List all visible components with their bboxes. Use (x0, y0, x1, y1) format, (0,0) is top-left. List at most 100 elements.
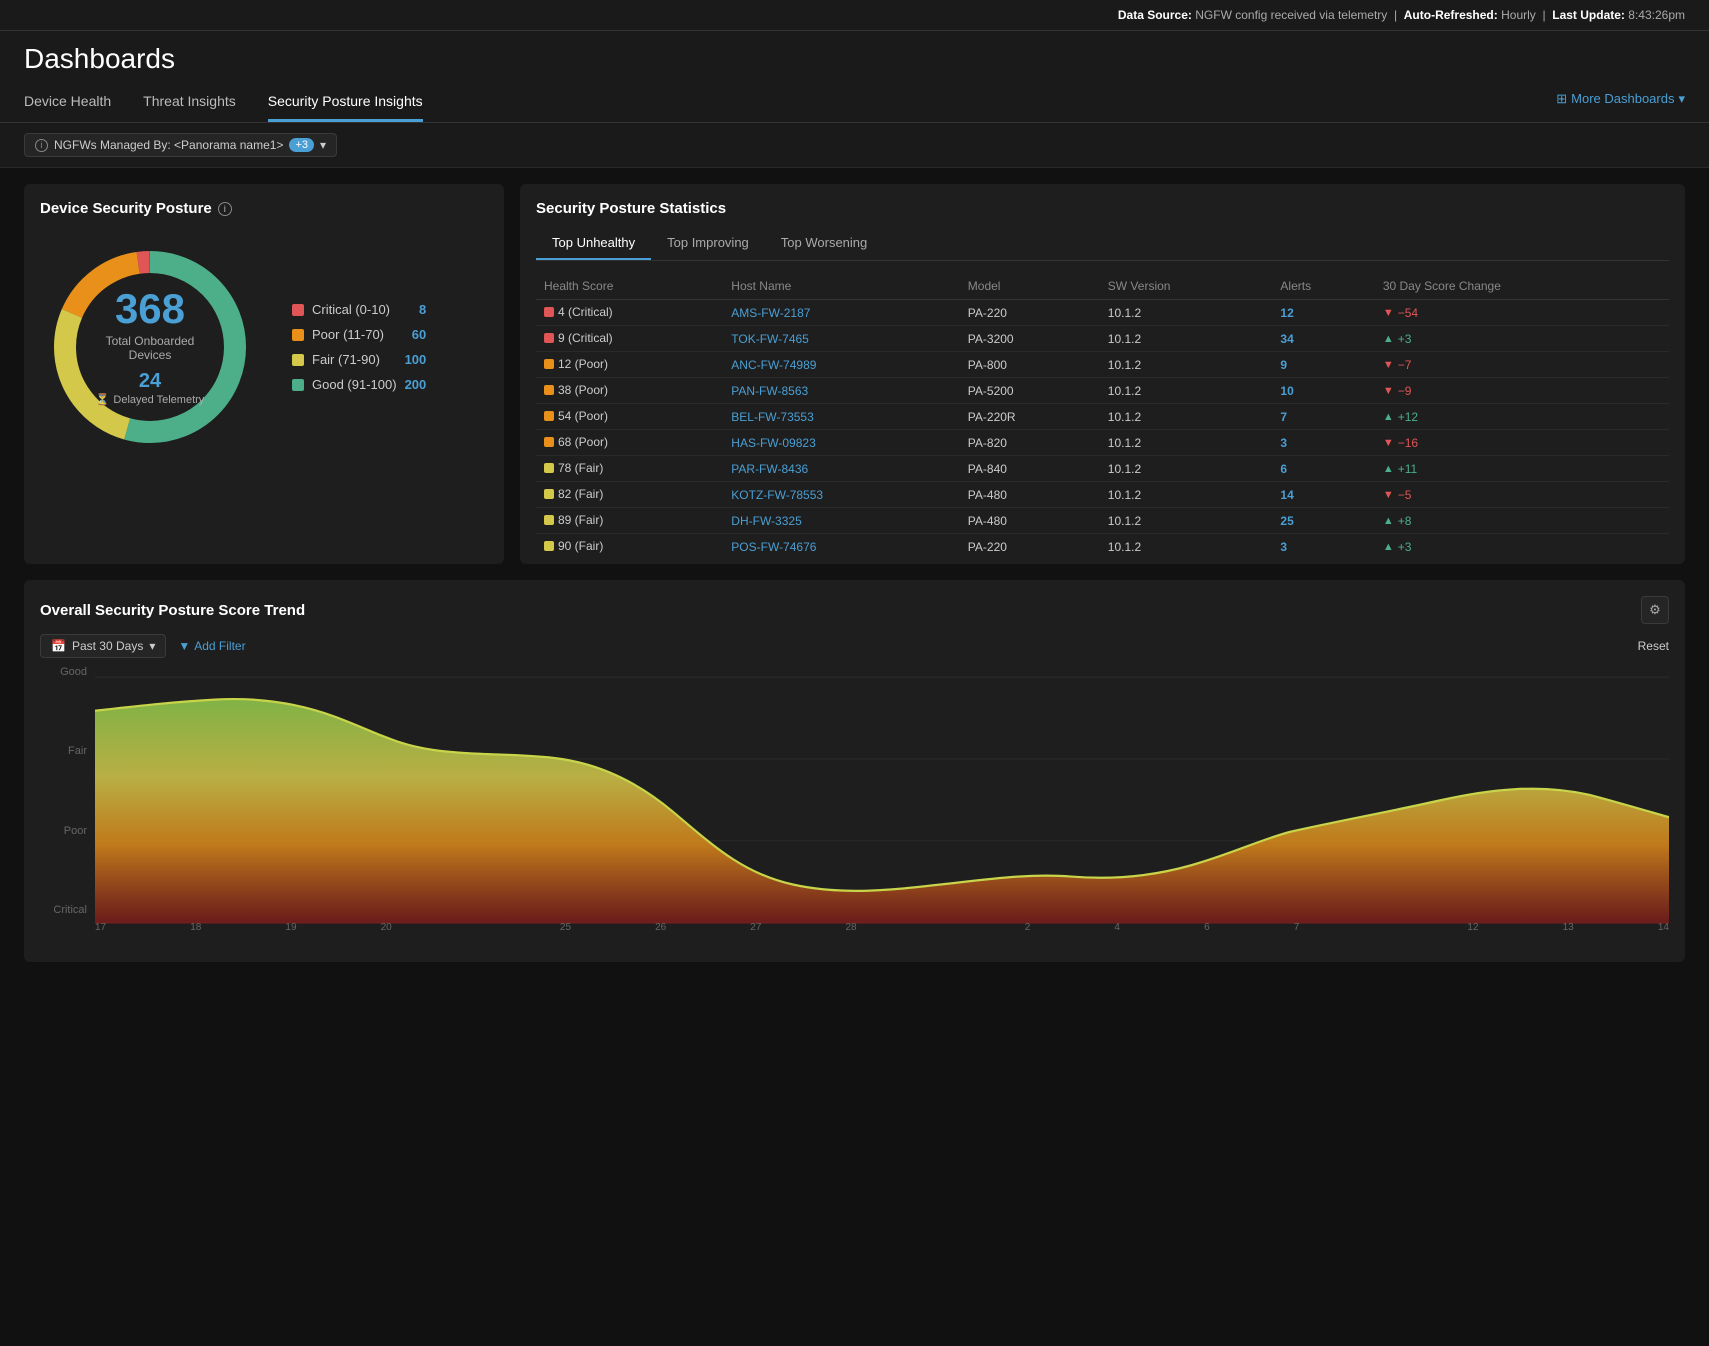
alerts-cell: 12 (1272, 300, 1374, 326)
device-posture-info-icon[interactable]: i (218, 202, 232, 216)
sw-version-cell: 10.1.2 (1100, 404, 1273, 430)
date-range-arrow: ▾ (149, 639, 155, 653)
chart-area: Good Fair Poor Critical (40, 666, 1669, 946)
stats-tabs: Top Unhealthy Top Improving Top Worsenin… (536, 229, 1669, 261)
model-cell: PA-220 (960, 300, 1100, 326)
trend-title: Overall Security Posture Score Trend (40, 602, 305, 619)
y-label-good: Good (40, 666, 95, 678)
hostname-cell[interactable]: BEL-FW-73553 (723, 404, 960, 430)
score-change-cell: ▲+3 (1375, 326, 1669, 352)
table-row: 54 (Poor)BEL-FW-73553PA-220R10.1.27▲+12 (536, 404, 1669, 430)
stats-table-body: 4 (Critical)AMS-FW-2187PA-22010.1.212▼−5… (536, 300, 1669, 560)
date-range-label: Past 30 Days (72, 639, 143, 653)
legend-fair: Fair (71-90) 100 (292, 352, 426, 367)
score-change-cell: ▲+3 (1375, 534, 1669, 560)
score-change-cell: ▼−9 (1375, 378, 1669, 404)
donut-center: 368 Total Onboarded Devices 24 ⏳ Delayed… (95, 288, 205, 406)
score-change-cell: ▼−7 (1375, 352, 1669, 378)
auto-refreshed-label: Auto-Refreshed: (1404, 8, 1498, 22)
table-row: 9 (Critical)TOK-FW-7465PA-320010.1.234▲+… (536, 326, 1669, 352)
model-cell: PA-3200 (960, 326, 1100, 352)
table-row: 12 (Poor)ANC-FW-74989PA-80010.1.29▼−7 (536, 352, 1669, 378)
tab-top-worsening[interactable]: Top Worsening (765, 229, 883, 260)
header: Dashboards Device Health Threat Insights… (0, 31, 1709, 123)
stats-table: Health Score Host Name Model SW Version … (536, 273, 1669, 559)
score-change-cell: ▼−54 (1375, 300, 1669, 326)
y-label-fair: Fair (40, 745, 95, 757)
model-cell: PA-480 (960, 508, 1100, 534)
x-axis-labels: 17 18 19 20 25 26 27 28 2 4 6 7 12 13 14 (95, 922, 1669, 946)
hostname-cell[interactable]: PAN-FW-8563 (723, 378, 960, 404)
calendar-icon: 📅 (51, 639, 66, 653)
hostname-cell[interactable]: POS-FW-74676 (723, 534, 960, 560)
score-change-cell: ▼−16 (1375, 430, 1669, 456)
trend-chart-svg (95, 666, 1669, 946)
gear-button[interactable]: ⚙ (1641, 596, 1669, 624)
table-row: 4 (Critical)AMS-FW-2187PA-22010.1.212▼−5… (536, 300, 1669, 326)
total-devices-count: 368 (95, 288, 205, 330)
tab-threat-insights[interactable]: Threat Insights (143, 85, 236, 122)
panorama-filter[interactable]: i NGFWs Managed By: <Panorama name1> +3 … (24, 133, 337, 157)
alerts-cell: 3 (1272, 430, 1374, 456)
tab-top-unhealthy[interactable]: Top Unhealthy (536, 229, 651, 260)
tab-device-health[interactable]: Device Health (24, 85, 111, 122)
hostname-cell[interactable]: AMS-FW-2187 (723, 300, 960, 326)
health-score-cell: 12 (Poor) (536, 352, 723, 378)
donut-chart: 368 Total Onboarded Devices 24 ⏳ Delayed… (40, 237, 260, 457)
alerts-cell: 14 (1272, 482, 1374, 508)
model-cell: PA-220 (960, 534, 1100, 560)
alerts-cell: 6 (1272, 456, 1374, 482)
device-posture-card: Device Security Posture i (24, 184, 504, 564)
data-source-value: NGFW config received via telemetry (1195, 8, 1387, 22)
page-title: Dashboards (24, 43, 1685, 85)
sw-version-cell: 10.1.2 (1100, 352, 1273, 378)
health-score-cell: 68 (Poor) (536, 430, 723, 456)
health-score-cell: 4 (Critical) (536, 300, 723, 326)
table-row: 89 (Fair)DH-FW-3325PA-48010.1.225▲+8 (536, 508, 1669, 534)
hostname-cell[interactable]: KOTZ-FW-78553 (723, 482, 960, 508)
hostname-cell[interactable]: TOK-FW-7465 (723, 326, 960, 352)
last-update-label: Last Update: (1552, 8, 1625, 22)
alerts-cell: 25 (1272, 508, 1374, 534)
good-dot (292, 379, 304, 391)
total-devices-label: Total Onboarded Devices (95, 334, 205, 362)
filter-bar: i NGFWs Managed By: <Panorama name1> +3 … (0, 123, 1709, 168)
info-icon: i (35, 139, 48, 152)
y-axis-labels: Good Fair Poor Critical (40, 666, 95, 916)
health-score-cell: 78 (Fair) (536, 456, 723, 482)
health-score-cell: 82 (Fair) (536, 482, 723, 508)
add-filter-button[interactable]: ▼ Add Filter (178, 639, 245, 653)
hostname-cell[interactable]: DH-FW-3325 (723, 508, 960, 534)
reset-button[interactable]: Reset (1638, 639, 1669, 653)
hostname-cell[interactable]: HAS-FW-09823 (723, 430, 960, 456)
y-label-critical: Critical (40, 904, 95, 916)
tab-security-posture[interactable]: Security Posture Insights (268, 85, 423, 122)
model-cell: PA-220R (960, 404, 1100, 430)
alerts-cell: 7 (1272, 404, 1374, 430)
table-row: 78 (Fair)PAR-FW-8436PA-84010.1.26▲+11 (536, 456, 1669, 482)
auto-refreshed-value: Hourly (1501, 8, 1536, 22)
health-score-cell: 89 (Fair) (536, 508, 723, 534)
more-dashboards-button[interactable]: ⊞ More Dashboards ▾ (1556, 91, 1685, 117)
score-change-cell: ▼−5 (1375, 482, 1669, 508)
hostname-cell[interactable]: PAR-FW-8436 (723, 456, 960, 482)
tab-top-improving[interactable]: Top Improving (651, 229, 765, 260)
alerts-cell: 3 (1272, 534, 1374, 560)
table-row: 38 (Poor)PAN-FW-8563PA-520010.1.210▼−9 (536, 378, 1669, 404)
model-cell: PA-840 (960, 456, 1100, 482)
hostname-cell[interactable]: ANC-FW-74989 (723, 352, 960, 378)
sw-version-cell: 10.1.2 (1100, 378, 1273, 404)
data-source-label: Data Source: (1118, 8, 1192, 22)
top-row: Device Security Posture i (24, 184, 1685, 564)
filter-icon: ▼ (178, 639, 190, 653)
date-range-picker[interactable]: 📅 Past 30 Days ▾ (40, 634, 166, 658)
alerts-cell: 34 (1272, 326, 1374, 352)
nav-tabs: Device Health Threat Insights Security P… (24, 85, 1685, 122)
filter-label: NGFWs Managed By: <Panorama name1> (54, 138, 283, 152)
model-cell: PA-820 (960, 430, 1100, 456)
score-change-cell: ▲+8 (1375, 508, 1669, 534)
score-change-cell: ▲+11 (1375, 456, 1669, 482)
health-score-cell: 54 (Poor) (536, 404, 723, 430)
table-row: 82 (Fair)KOTZ-FW-78553PA-48010.1.214▼−5 (536, 482, 1669, 508)
health-score-cell: 90 (Fair) (536, 534, 723, 560)
